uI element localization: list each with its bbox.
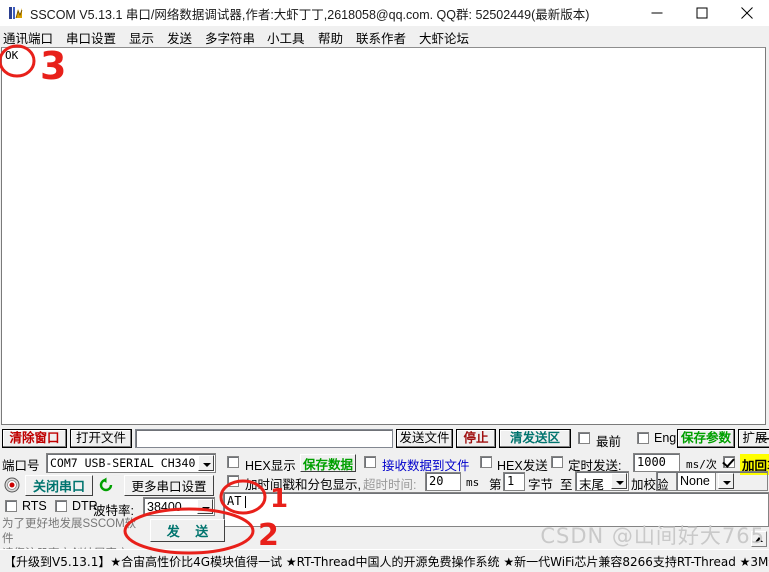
timed-send-input[interactable]: 1000	[633, 453, 680, 472]
clear-window-button[interactable]: 清除窗口	[2, 429, 67, 448]
chevron-down-icon[interactable]	[718, 473, 734, 489]
timestamp-checkbox[interactable]	[227, 475, 239, 487]
scroll-down-arrow[interactable]	[751, 531, 767, 547]
receive-data-pane[interactable]: OK	[1, 47, 766, 425]
open-file-button[interactable]: 打开文件	[70, 429, 132, 448]
rts-checkbox[interactable]	[5, 500, 17, 512]
receive-data-text: OK	[5, 49, 19, 62]
timeout-value: 20	[429, 474, 444, 488]
minimize-button[interactable]	[634, 0, 679, 26]
rts-label: RTS	[22, 499, 47, 513]
port-value: COM7 USB-SERIAL CH340	[50, 456, 196, 470]
menu-item-multi-string[interactable]: 多字符串	[205, 28, 255, 47]
status-bar-text: 【升级到V5.13.1】★合宙高性价比4G模块值得一试 ★RT-Thread中国…	[4, 555, 769, 569]
status-bar: 【升级到V5.13.1】★合宙高性价比4G模块值得一试 ★RT-Thread中国…	[0, 549, 769, 572]
close-port-button[interactable]: 关闭串口	[25, 475, 93, 496]
add-crlf-checkbox[interactable]	[723, 456, 735, 468]
hex-send-checkbox[interactable]	[480, 456, 492, 468]
baud-rate-select[interactable]: 38400	[143, 497, 215, 516]
to-value: 末尾	[579, 478, 605, 492]
checksum-combo-frame[interactable]	[656, 471, 768, 491]
ms-unit-label: ms	[466, 476, 480, 489]
hex-display-label: HEX显示	[245, 459, 296, 473]
promo-text: 为了更好地发展SSCOM软件 请您注册嘉立创结尾客户	[2, 517, 144, 560]
chevron-down-icon[interactable]	[611, 473, 627, 489]
timestamp-label: 加时间戳和分包显示,	[245, 478, 361, 492]
menu-item-send[interactable]: 发送	[167, 28, 192, 47]
to-select[interactable]: 末尾	[575, 471, 629, 492]
stop-button[interactable]: 停止	[456, 429, 496, 448]
send-file-button[interactable]: 发送文件	[396, 429, 453, 448]
recv-to-file-checkbox[interactable]	[364, 456, 376, 468]
clear-send-area-button[interactable]: 清发送区	[499, 429, 571, 448]
menu-item-contact[interactable]: 联系作者	[356, 28, 406, 47]
text-caret	[245, 496, 246, 508]
menu-bar: 通讯端口 串口设置 显示 发送 多字符串 小工具 帮助 联系作者 大虾论坛	[0, 26, 769, 46]
menu-item-tools[interactable]: 小工具	[267, 28, 305, 47]
collapse-icon[interactable]: —	[756, 430, 769, 447]
sscom-window: SSCOM V5.13.1 串口/网络数据调试器,作者:大虾丁丁,2618058…	[0, 0, 769, 572]
close-button[interactable]	[724, 0, 769, 26]
byte-from-input[interactable]: 1	[503, 472, 525, 491]
send-button[interactable]: 发 送	[150, 519, 225, 542]
title-bar: SSCOM V5.13.1 串口/网络数据调试器,作者:大虾丁丁,2618058…	[0, 0, 769, 27]
port-select[interactable]: COM7 USB-SERIAL CH340	[46, 453, 216, 473]
menu-item-forum[interactable]: 大虾论坛	[419, 28, 469, 47]
to-label: 至	[560, 478, 573, 492]
send-text-input[interactable]: AT	[223, 492, 769, 527]
promo-line1: 为了更好地发展SSCOM软件	[2, 518, 137, 545]
chevron-down-icon[interactable]	[197, 499, 213, 514]
send-text-value: AT	[227, 494, 242, 508]
timeout-input[interactable]: 20	[425, 472, 461, 491]
timed-send-checkbox[interactable]	[551, 456, 563, 468]
menu-item-display[interactable]: 显示	[129, 28, 154, 47]
app-icon	[8, 5, 24, 21]
refresh-icon[interactable]	[98, 477, 114, 493]
ms-per-time-label: ms/次	[686, 458, 717, 471]
window-title: SSCOM V5.13.1 串口/网络数据调试器,作者:大虾丁丁,2618058…	[30, 8, 590, 22]
baud-rate-value: 38400	[147, 500, 182, 514]
menu-item-comm-port[interactable]: 通讯端口	[3, 28, 53, 47]
chevron-down-icon[interactable]	[198, 455, 214, 471]
menu-item-serial-config[interactable]: 串口设置	[66, 28, 116, 47]
menu-item-help[interactable]: 帮助	[318, 28, 343, 47]
byte-from-value: 1	[507, 474, 515, 488]
english-checkbox[interactable]	[637, 432, 649, 444]
topmost-checkbox[interactable]	[578, 432, 590, 444]
maximize-button[interactable]	[679, 0, 724, 26]
timeout-label: 超时时间:	[363, 478, 417, 492]
hex-display-checkbox[interactable]	[227, 456, 239, 468]
save-data-button[interactable]: 保存数据	[300, 454, 356, 472]
byte-label: 字节	[528, 478, 554, 492]
timed-send-value: 1000	[637, 455, 666, 469]
dtr-checkbox[interactable]	[55, 500, 67, 512]
byte-from-label: 第	[489, 478, 502, 492]
save-params-button[interactable]: 保存参数	[677, 429, 735, 448]
more-serial-settings-button[interactable]: 更多串口设置	[124, 475, 214, 496]
led-indicator-icon[interactable]	[4, 477, 20, 493]
file-path-input[interactable]	[135, 429, 393, 448]
port-label: 端口号	[2, 459, 40, 473]
topmost-label: 最前	[596, 435, 622, 449]
